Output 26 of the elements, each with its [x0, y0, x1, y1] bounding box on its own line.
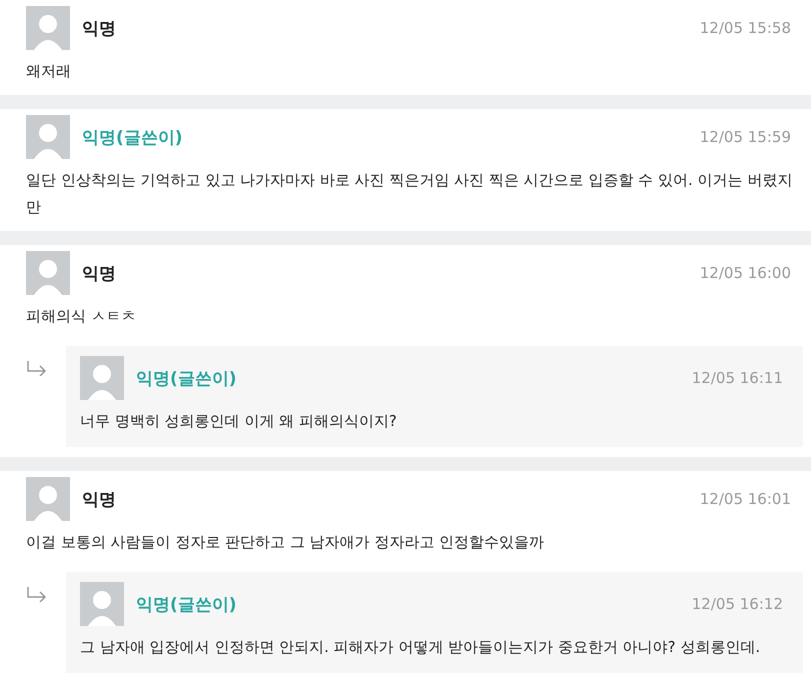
author-name: 익명 — [82, 488, 116, 510]
author-name: 익명(글쓴이) — [82, 126, 183, 148]
comment-time: 12/05 16:01 — [700, 490, 791, 508]
comment-text: 너무 명백히 성희롱인데 이게 왜 피해의식이지? — [80, 411, 398, 432]
reply-arrow-icon — [26, 360, 48, 376]
comment-text: 이걸 보통의 사람들이 정자로 판단하고 그 남자애가 정자라고 인정할수있을까 — [26, 532, 546, 553]
avatar-icon — [80, 356, 124, 400]
author-name: 익명(글쓴이) — [136, 594, 237, 616]
comment-time: 12/05 15:59 — [700, 128, 791, 146]
avatar-icon — [26, 115, 70, 159]
author-name: 익명(글쓴이) — [136, 368, 237, 390]
reply-arrow-icon — [26, 586, 48, 602]
author-name: 익명 — [82, 18, 116, 40]
comment-time: 12/05 16:00 — [700, 264, 791, 282]
avatar-icon — [80, 582, 124, 626]
comment-text: 피해의식 ㅅㅌㅊ — [26, 306, 137, 327]
comment-text: 그 남자애 입장에서 인정하면 안되지. 피해자가 어떻게 받아들이는지가 중요한거 아니야? 성희롱인데. — [80, 637, 762, 658]
avatar-icon — [26, 6, 70, 50]
comment-text: 일단 인상착의는 기억하고 있고 나가자마자 바로 사진 찍은거임 사진 찍은 시간으로 입증할 수 있어. 이거는 버렸지만 — [26, 170, 794, 218]
avatar-icon — [26, 477, 70, 521]
comment-time: 12/05 16:11 — [692, 369, 783, 387]
comment-time: 12/05 16:12 — [692, 595, 783, 613]
comment-text: 왜저래 — [26, 61, 72, 82]
comment-time: 12/05 15:58 — [700, 19, 791, 37]
author-name: 익명 — [82, 262, 116, 284]
avatar-icon — [26, 251, 70, 295]
